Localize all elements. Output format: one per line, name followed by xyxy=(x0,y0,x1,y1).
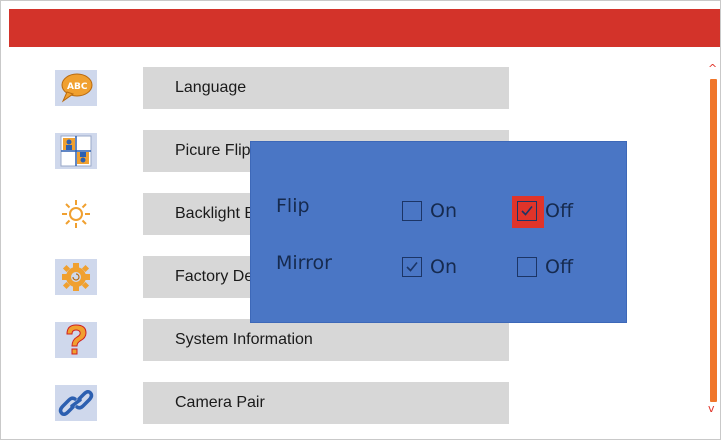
scroll-down-arrow[interactable]: v xyxy=(708,402,715,415)
menu-item-language[interactable]: ABC Language xyxy=(53,67,513,109)
menu-label: System Information xyxy=(175,331,313,348)
picture-flip-icon xyxy=(55,133,97,169)
flip-on-option[interactable]: On xyxy=(402,199,472,225)
flip-label: Flip xyxy=(276,195,310,217)
menu-bar[interactable]: Language xyxy=(143,67,509,109)
flip-off-option[interactable]: Off xyxy=(512,196,587,228)
mirror-on-option[interactable]: On xyxy=(402,255,472,281)
abc-speech-icon: ABC xyxy=(55,70,97,106)
question-icon xyxy=(55,322,97,358)
menu-bar[interactable]: Camera Pair xyxy=(143,382,509,424)
mirror-off-option[interactable]: Off xyxy=(517,255,587,281)
flip-off-text: Off xyxy=(545,200,574,222)
menu-bar[interactable]: System Information xyxy=(143,319,509,361)
mirror-on-checkbox[interactable] xyxy=(402,257,422,277)
mirror-label: Mirror xyxy=(276,252,332,274)
menu-item-system-information[interactable]: System Information xyxy=(53,319,513,361)
flip-popup: Flip On Off Mirror On Off xyxy=(250,141,627,323)
mirror-off-checkbox[interactable] xyxy=(517,257,537,277)
svg-text:ABC: ABC xyxy=(67,82,88,92)
mirror-off-text: Off xyxy=(545,256,574,278)
brightness-icon xyxy=(55,196,97,232)
gear-reset-icon xyxy=(55,259,97,295)
menu-label: Language xyxy=(175,79,247,96)
flip-on-checkbox[interactable] xyxy=(402,201,422,221)
settings-screen: ABC Language Picure Flip Backlight Brigh… xyxy=(0,0,721,440)
flip-off-checkbox[interactable] xyxy=(517,201,537,221)
link-icon xyxy=(55,385,97,421)
flip-on-text: On xyxy=(430,200,457,222)
scrollbar-thumb[interactable] xyxy=(710,79,717,402)
mirror-on-text: On xyxy=(430,256,457,278)
menu-item-camera-pair[interactable]: Camera Pair xyxy=(53,382,513,424)
menu-label: Picure Flip xyxy=(175,142,251,159)
menu-label: Camera Pair xyxy=(175,394,265,411)
scroll-up-arrow[interactable]: ^ xyxy=(708,62,717,75)
header-bar xyxy=(9,9,720,47)
